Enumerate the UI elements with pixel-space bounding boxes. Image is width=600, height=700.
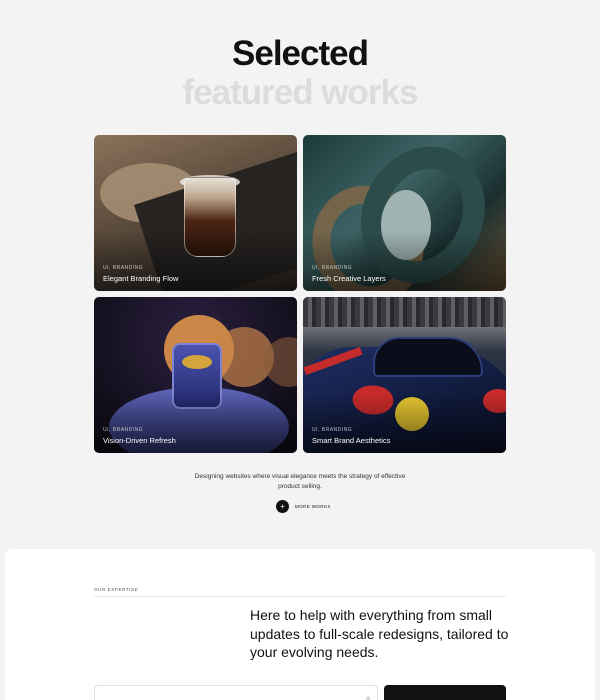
work-title: Smart Brand Aesthetics — [312, 436, 391, 445]
work-tag: UI, BRANDING — [312, 265, 353, 271]
work-title: Vision-Driven Refresh — [103, 436, 176, 445]
expertise-section: OUR EXPERTISE Here to help with everythi… — [5, 549, 595, 700]
cta-button[interactable] — [384, 685, 506, 700]
sparkle-icon: ✳ — [365, 696, 371, 700]
intro-text: Designing websites where visual elegance… — [194, 473, 406, 490]
work-card-elegant-branding[interactable]: UI, BRANDING Elegant Branding Flow — [94, 135, 297, 291]
section-eyebrow: OUR EXPERTISE — [94, 587, 139, 592]
contact-card[interactable]: ✳ — [94, 685, 378, 700]
work-title: Fresh Creative Layers — [312, 274, 386, 283]
work-card-smart-brand[interactable]: UI, BRANDING Smart Brand Aesthetics — [303, 297, 506, 453]
work-tag: UI, BRANDING — [103, 427, 144, 433]
more-works-label: MORE WORKS — [295, 504, 331, 509]
page-title: Selected — [232, 34, 369, 73]
work-card-vision-driven[interactable]: UI, BRANDING Vision-Driven Refresh — [94, 297, 297, 453]
work-title: Elegant Branding Flow — [103, 274, 179, 283]
work-tag: UI, BRANDING — [103, 265, 144, 271]
expertise-statement: Here to help with everything from small … — [250, 607, 509, 660]
page-subtitle: featured works — [182, 73, 419, 112]
more-works-button[interactable]: + MORE WORKS — [276, 500, 331, 513]
work-card-fresh-creative[interactable]: UI, BRANDING Fresh Creative Layers — [303, 135, 506, 291]
plus-icon: + — [276, 500, 289, 513]
work-tag: UI, BRANDING — [312, 427, 353, 433]
divider — [94, 596, 506, 597]
